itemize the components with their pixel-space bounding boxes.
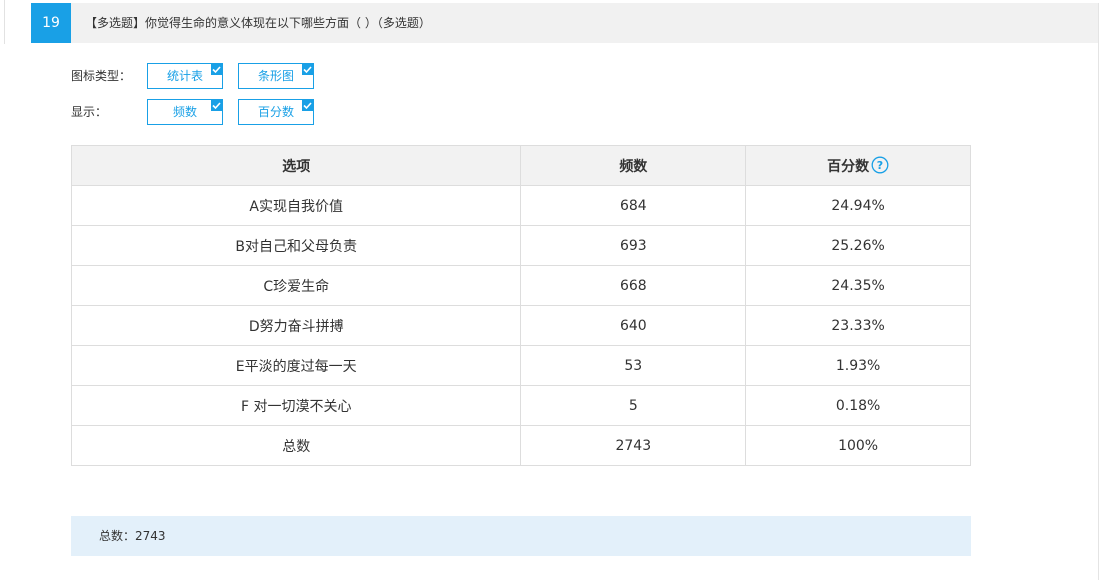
percentage-toggle[interactable]: 百分数 [238, 99, 314, 125]
option-cell: D努力奋斗拼搏 [70, 305, 522, 346]
percentage-cell: 1.93% [745, 345, 971, 386]
option-cell: F 对一切漠不关心 [70, 385, 522, 426]
table-row: A实现自我价值 684 24.94% [70, 185, 971, 226]
table-row: F 对一切漠不关心 5 0.18% [70, 385, 971, 426]
option-cell: E平淡的度过每一天 [70, 345, 522, 386]
frequency-cell: 693 [520, 225, 747, 266]
column-header-option: 选项 [70, 145, 522, 186]
chart-type-label: 图标类型： [71, 69, 132, 83]
total-frequency-cell: 2743 [520, 425, 747, 466]
right-divider [1098, 3, 1099, 580]
question-header: 19 【多选题】你觉得生命的意义体现在以下哪些方面（ ）（多选题） [31, 3, 1098, 43]
table-row: D努力奋斗拼搏 640 23.33% [70, 305, 971, 346]
frequency-toggle-label: 频数 [172, 105, 197, 119]
summary-bar: 总数：2743 [71, 516, 971, 556]
left-edge-strip [0, 0, 5, 44]
frequency-cell: 5 [520, 385, 747, 426]
bar-chart-toggle[interactable]: 条形图 [238, 63, 314, 89]
percentage-toggle-label: 百分数 [257, 105, 294, 119]
table-header-row: 选项 频数 百分数? [70, 145, 971, 186]
option-cell: A实现自我价值 [70, 185, 522, 226]
frequency-cell: 53 [520, 345, 747, 386]
svg-text:?: ? [877, 159, 883, 172]
frequency-toggle[interactable]: 频数 [147, 99, 223, 125]
checkmark-icon [302, 100, 313, 111]
table-row: B对自己和父母负责 693 25.26% [70, 225, 971, 266]
option-cell: B对自己和父母负责 [70, 225, 522, 266]
percentage-cell: 25.26% [745, 225, 971, 266]
table-total-row: 总数 2743 100% [70, 425, 971, 466]
stats-table-toggle[interactable]: 统计表 [147, 63, 223, 89]
bar-chart-toggle-label: 条形图 [257, 69, 294, 83]
column-header-percentage: 百分数? [745, 145, 971, 186]
checkmark-icon [211, 64, 222, 75]
frequency-cell: 668 [520, 265, 747, 306]
stats-table: 选项 频数 百分数? A实现自我价值 684 24.94% B对自己和父母负责 … [70, 145, 971, 466]
stats-table-toggle-label: 统计表 [166, 69, 203, 83]
checkmark-icon [302, 64, 313, 75]
option-cell: C珍爱生命 [70, 265, 522, 306]
percentage-cell: 0.18% [745, 385, 971, 426]
total-label-cell: 总数 [70, 425, 522, 466]
total-percentage-cell: 100% [745, 425, 971, 466]
frequency-cell: 640 [520, 305, 747, 346]
help-icon[interactable]: ? [871, 156, 889, 174]
table-row: C珍爱生命 668 24.35% [70, 265, 971, 306]
display-label: 显示： [71, 105, 108, 119]
column-header-frequency: 频数 [520, 145, 747, 186]
frequency-cell: 684 [520, 185, 747, 226]
question-title: 【多选题】你觉得生命的意义体现在以下哪些方面（ ）（多选题） [85, 16, 431, 30]
percentage-cell: 24.94% [745, 185, 971, 226]
column-header-percentage-label: 百分数 [827, 158, 870, 175]
percentage-cell: 23.33% [745, 305, 971, 346]
percentage-cell: 24.35% [745, 265, 971, 306]
table-row: E平淡的度过每一天 53 1.93% [70, 345, 971, 386]
summary-total: 总数：2743 [99, 529, 166, 543]
question-number: 19 [31, 3, 71, 43]
checkmark-icon [211, 100, 222, 111]
